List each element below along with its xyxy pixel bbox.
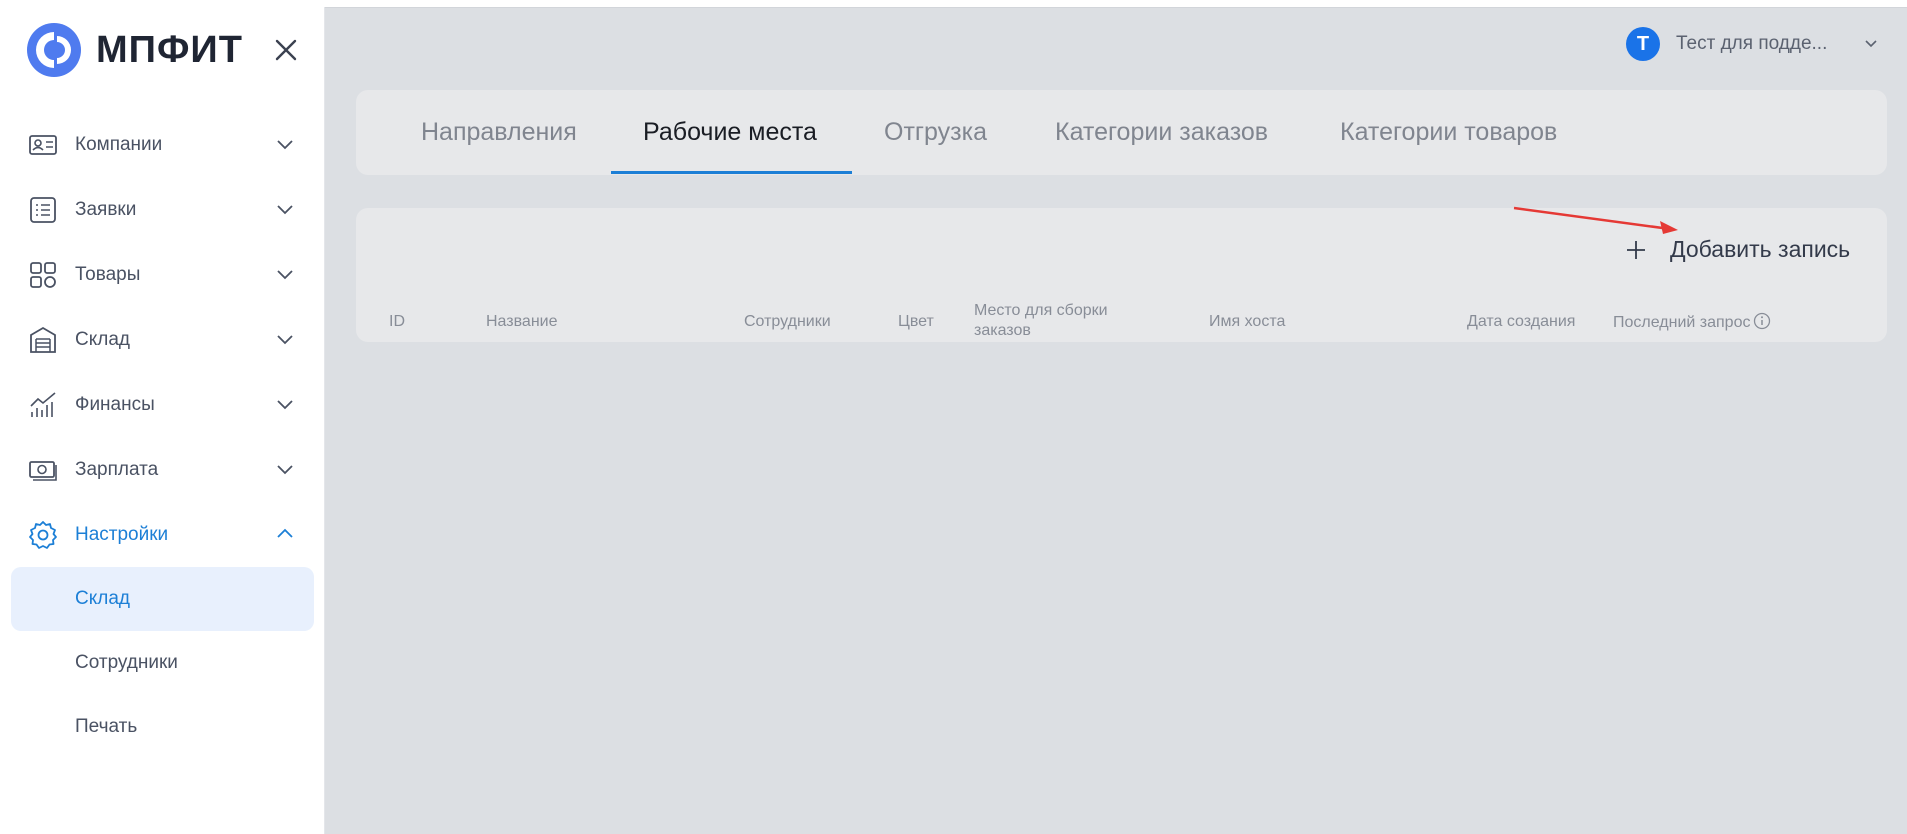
sidebar-item-label: Компании bbox=[75, 133, 163, 155]
avatar: Т bbox=[1626, 27, 1660, 61]
user-menu[interactable]: Т Тест для подде... bbox=[1626, 27, 1877, 61]
chevron-down-icon bbox=[277, 205, 293, 215]
column-header-created-date[interactable]: Дата создания bbox=[1467, 312, 1575, 332]
active-tab-indicator bbox=[611, 171, 852, 174]
tab-shipment[interactable]: Отгрузка bbox=[884, 118, 987, 147]
plus-icon bbox=[1627, 240, 1645, 259]
column-header-employees[interactable]: Сотрудники bbox=[744, 312, 831, 332]
tab-workplaces[interactable]: Рабочие места bbox=[643, 118, 817, 147]
warehouse-icon bbox=[30, 326, 56, 353]
chevron-down-icon bbox=[277, 465, 293, 475]
sidebar-nav: Компании Заявки Товары Склад Финансы Зар… bbox=[0, 112, 324, 759]
sidebar-subitem-employees[interactable]: Сотрудники bbox=[0, 631, 324, 695]
tab-product-categories[interactable]: Категории товаров bbox=[1340, 118, 1557, 147]
sidebar-item-orders[interactable]: Заявки bbox=[0, 177, 324, 242]
logo[interactable]: МПФИТ bbox=[26, 22, 243, 78]
chevron-down-icon bbox=[277, 400, 293, 410]
sidebar-subitem-warehouse[interactable]: Склад bbox=[11, 567, 314, 631]
tab-directions[interactable]: Направления bbox=[421, 118, 577, 147]
column-header-id[interactable]: ID bbox=[389, 312, 405, 332]
chevron-up-icon bbox=[277, 528, 293, 538]
sidebar-item-products[interactable]: Товары bbox=[0, 242, 324, 307]
sidebar: МПФИТ Компании Заявки Товары Склад Финан… bbox=[0, 7, 325, 834]
sidebar-subitem-label: Печать bbox=[75, 716, 138, 737]
sidebar-item-label: Товары bbox=[75, 263, 141, 285]
sidebar-item-settings[interactable]: Настройки bbox=[0, 502, 324, 567]
sidebar-item-label: Зарплата bbox=[75, 458, 159, 480]
sidebar-item-warehouse[interactable]: Склад bbox=[0, 307, 324, 372]
column-header-assembly-place[interactable]: Место для сборки заказов bbox=[974, 301, 1134, 341]
add-record-label: Добавить запись bbox=[1670, 236, 1851, 262]
add-record-button[interactable]: Добавить запись bbox=[1624, 236, 1850, 263]
money-icon bbox=[29, 461, 57, 481]
sidebar-item-salary[interactable]: Зарплата bbox=[0, 437, 324, 502]
list-icon bbox=[30, 197, 56, 223]
tabs-bar: Направления Рабочие места Отгрузка Катег… bbox=[356, 90, 1887, 175]
sidebar-subitem-label: Склад bbox=[75, 588, 130, 609]
column-header-name[interactable]: Название bbox=[486, 312, 558, 332]
user-name: Тест для подде... bbox=[1676, 33, 1828, 54]
tab-order-categories[interactable]: Категории заказов bbox=[1055, 118, 1268, 147]
chevron-down-icon bbox=[1865, 40, 1877, 48]
column-header-hostname[interactable]: Имя хоста bbox=[1209, 312, 1285, 332]
close-icon[interactable] bbox=[271, 35, 301, 65]
sidebar-subitem-print[interactable]: Печать bbox=[0, 695, 324, 759]
chevron-down-icon bbox=[277, 335, 293, 345]
logo-icon bbox=[27, 23, 81, 77]
gear-icon bbox=[29, 521, 57, 549]
info-icon[interactable] bbox=[1753, 312, 1771, 330]
sidebar-item-finance[interactable]: Финансы bbox=[0, 372, 324, 437]
id-card-icon bbox=[29, 135, 57, 155]
sidebar-item-label: Финансы bbox=[75, 393, 155, 415]
sidebar-item-label: Настройки bbox=[75, 523, 169, 545]
sidebar-item-label: Склад bbox=[75, 328, 130, 350]
logo-text: МПФИТ bbox=[96, 28, 243, 71]
sidebar-subitem-label: Сотрудники bbox=[75, 652, 178, 673]
column-header-last-request[interactable]: Последний запрос bbox=[1613, 312, 1771, 333]
sidebar-item-companies[interactable]: Компании bbox=[0, 112, 324, 177]
chevron-down-icon bbox=[277, 270, 293, 280]
column-header-color[interactable]: Цвет bbox=[898, 312, 934, 332]
sidebar-item-label: Заявки bbox=[75, 198, 137, 220]
grid-icon bbox=[30, 262, 56, 288]
chart-icon bbox=[30, 392, 56, 417]
annotation-arrow bbox=[1513, 206, 1678, 234]
column-header-last-request-label: Последний запрос bbox=[1613, 314, 1751, 331]
chevron-down-icon bbox=[277, 140, 293, 150]
